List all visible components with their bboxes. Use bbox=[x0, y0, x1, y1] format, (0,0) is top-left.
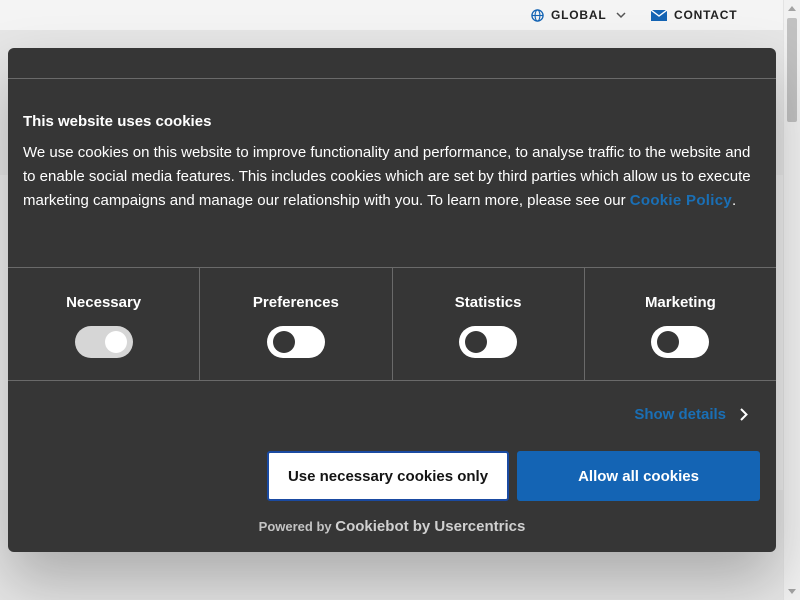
statistics-toggle[interactable] bbox=[459, 326, 518, 358]
marketing-toggle[interactable] bbox=[651, 326, 710, 358]
global-region-selector[interactable]: GLOBAL bbox=[531, 8, 633, 22]
dialog-title: This website uses cookies bbox=[23, 113, 212, 130]
category-necessary: Necessary bbox=[8, 268, 201, 380]
contact-link[interactable]: CONTACT bbox=[651, 8, 737, 22]
top-navigation: GLOBAL CONTACT bbox=[0, 0, 783, 30]
category-label: Preferences bbox=[252, 294, 339, 311]
toggle-knob bbox=[104, 331, 127, 353]
chevron-right-icon bbox=[740, 408, 748, 421]
global-label: GLOBAL bbox=[551, 8, 607, 22]
use-necessary-cookies-button[interactable]: Use necessary cookies only bbox=[267, 451, 509, 501]
show-details-label: Show details bbox=[634, 406, 726, 423]
description-end: . bbox=[732, 192, 737, 209]
category-label: Statistics bbox=[454, 294, 522, 311]
toggle-knob bbox=[657, 331, 680, 353]
toggle-knob bbox=[272, 331, 295, 353]
chevron-down-icon bbox=[616, 11, 626, 18]
vertical-scrollbar[interactable] bbox=[783, 0, 800, 600]
powered-by-prefix: Powered by bbox=[258, 519, 332, 534]
cookie-consent-dialog: This website uses cookies We use cookies… bbox=[8, 48, 776, 552]
scroll-up-arrow-icon[interactable] bbox=[788, 6, 796, 11]
cookie-policy-link[interactable]: Cookie Policy bbox=[630, 192, 732, 209]
scrollbar-thumb[interactable] bbox=[787, 18, 797, 122]
category-marketing: Marketing bbox=[585, 268, 776, 380]
necessary-toggle bbox=[74, 326, 133, 358]
scroll-down-arrow-icon[interactable] bbox=[788, 589, 796, 594]
category-preferences: Preferences bbox=[200, 268, 393, 380]
show-details-link[interactable]: Show details bbox=[634, 406, 748, 423]
envelope-icon bbox=[651, 9, 667, 21]
contact-label: CONTACT bbox=[674, 8, 738, 22]
cookie-category-toggles: Necessary Preferences Statistics Marketi… bbox=[8, 267, 776, 381]
cookiebot-brand[interactable]: Cookiebot by Usercentrics bbox=[335, 518, 525, 535]
allow-all-cookies-button[interactable]: Allow all cookies bbox=[517, 451, 760, 501]
category-label: Necessary bbox=[66, 294, 142, 311]
globe-icon bbox=[531, 8, 544, 22]
toggle-knob bbox=[465, 331, 488, 353]
divider bbox=[8, 78, 776, 79]
category-statistics: Statistics bbox=[393, 268, 585, 380]
powered-by-footer: Powered by Cookiebot by Usercentrics bbox=[8, 518, 776, 535]
dialog-description: We use cookies on this website to improv… bbox=[23, 141, 763, 213]
category-label: Marketing bbox=[644, 294, 716, 311]
preferences-toggle[interactable] bbox=[266, 326, 325, 358]
